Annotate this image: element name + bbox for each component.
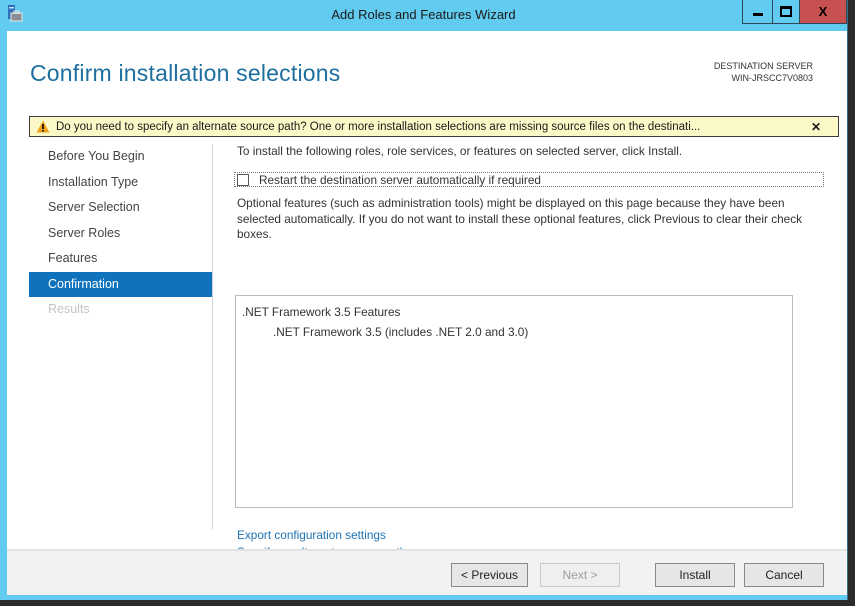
step-confirmation[interactable]: Confirmation — [29, 271, 212, 297]
minimize-button[interactable] — [742, 0, 773, 24]
step-before-you-begin[interactable]: Before You Begin — [29, 144, 212, 170]
page-title: Confirm installation selections — [30, 60, 341, 86]
step-results: Results — [48, 302, 90, 316]
step-server-roles[interactable]: Server Roles — [29, 221, 212, 247]
destination-server: DESTINATION SERVER WIN-JRSCC7V0803 — [714, 60, 813, 84]
export-configuration-link[interactable]: Export configuration settings — [237, 527, 406, 544]
warning-banner[interactable]: Do you need to specify an alternate sour… — [29, 116, 839, 137]
restart-checkbox-label: Restart the destination server automatic… — [259, 172, 541, 187]
minimize-icon — [752, 13, 763, 16]
warning-icon — [36, 120, 50, 133]
destination-server-name: WIN-JRSCC7V0803 — [731, 73, 813, 83]
restart-checkbox[interactable]: Restart the destination server automatic… — [234, 172, 824, 187]
close-window-button[interactable]: X — [799, 0, 847, 24]
cancel-button[interactable]: Cancel — [744, 563, 824, 587]
optional-features-note: Optional features (such as administratio… — [237, 196, 803, 241]
maximize-button[interactable] — [772, 0, 800, 24]
warning-text: Do you need to specify an alternate sour… — [56, 120, 701, 133]
wizard-footer: < Previous Next > Install Cancel — [7, 549, 847, 595]
step-server-selection[interactable]: Server Selection — [29, 195, 212, 221]
wizard-body: Confirm installation selections DESTINAT… — [7, 31, 847, 559]
window-title: Add Roles and Features Wizard — [331, 7, 516, 22]
wizard-steps: Before You Begin Installation Type Serve… — [29, 144, 212, 323]
step-features[interactable]: Features — [29, 246, 212, 272]
intro-text: To install the following roles, role ser… — [237, 144, 683, 158]
restart-checkbox-box[interactable] — [237, 173, 249, 186]
title-bar[interactable]: Add Roles and Features Wizard X — [0, 0, 847, 32]
close-icon: X — [818, 4, 828, 19]
sidebar-divider — [212, 144, 213, 529]
selection-item: .NET Framework 3.5 Features — [242, 305, 401, 319]
selection-item: .NET Framework 3.5 (includes .NET 2.0 an… — [273, 325, 529, 339]
next-button: Next > — [540, 563, 620, 587]
previous-button[interactable]: < Previous — [451, 563, 528, 587]
dismiss-warning-button[interactable]: ✕ — [808, 120, 824, 134]
wizard-window: Add Roles and Features Wizard X Confirm … — [0, 0, 848, 600]
step-installation-type[interactable]: Installation Type — [29, 170, 212, 196]
install-button[interactable]: Install — [655, 563, 735, 587]
selections-list[interactable]: .NET Framework 3.5 Features .NET Framewo… — [235, 295, 793, 508]
destination-server-label: DESTINATION SERVER — [713, 61, 813, 71]
maximize-icon — [780, 6, 792, 17]
